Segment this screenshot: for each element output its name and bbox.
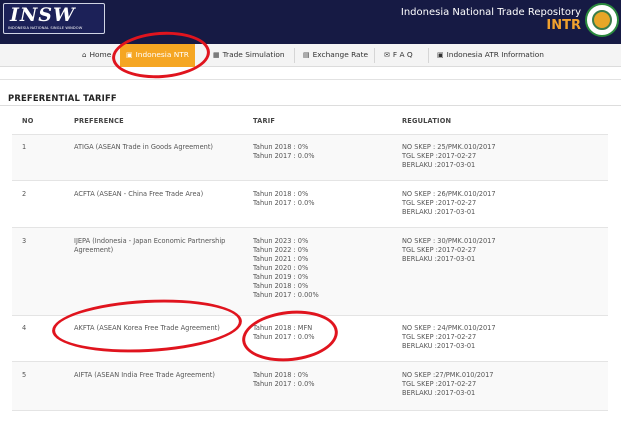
- regulation-info: NO SKEP :27/PMK.010/2017 TGL SKEP :2017-…: [402, 371, 494, 397]
- tarif-list: Tahun 2018 : MFN Tahun 2017 : 0.0%: [253, 324, 315, 341]
- row-number: 3: [22, 237, 27, 245]
- tarif-list: Tahun 2018 : 0% Tahun 2017 : 0.0%: [253, 371, 315, 388]
- column-header-tarif: TARIF: [253, 117, 276, 125]
- insw-logo[interactable]: INSW INDONESIA NATIONAL SINGLE WINDOW: [3, 3, 105, 34]
- book-icon: ▣: [126, 51, 133, 59]
- tarif-list: Tahun 2018 : 0% Tahun 2017 : 0.0%: [253, 190, 315, 207]
- row-number: 1: [22, 143, 27, 151]
- logo-text: INSW: [10, 4, 76, 26]
- site-abbreviation: INTR: [546, 18, 581, 33]
- regulation-info: NO SKEP : 25/PMK.010/2017 TGL SKEP :2017…: [402, 143, 496, 169]
- nav-indonesia-atr[interactable]: ▣ Indonesia ATR Information: [437, 44, 544, 67]
- regulation-info: NO SKEP : 26/PMK.010/2017 TGL SKEP :2017…: [402, 190, 496, 216]
- logo-subtitle: INDONESIA NATIONAL SINGLE WINDOW: [8, 26, 83, 30]
- tarif-list: Tahun 2018 : 0% Tahun 2017 : 0.0%: [253, 143, 315, 160]
- preference-name: ACFTA (ASEAN - China Free Trade Area): [74, 190, 204, 198]
- regulation-info: NO SKEP : 24/PMK.010/2017 TGL SKEP :2017…: [402, 324, 496, 350]
- preference-name: AIFTA (ASEAN India Free Trade Agreement): [74, 371, 215, 379]
- row-divider: [12, 410, 608, 411]
- book-icon: ▣: [437, 51, 444, 59]
- page-title: PREFERENTIAL TARIFF: [8, 93, 117, 103]
- main-nav: ⌂ Home ▣ Indonesia NTR ▦ Trade Simulation ▤…: [0, 44, 621, 67]
- nav-indonesia-ntr[interactable]: ▣ Indonesia NTR: [120, 44, 195, 67]
- preference-name: AKFTA (ASEAN Korea Free Trade Agreement): [74, 324, 220, 332]
- divider: [0, 105, 621, 106]
- bar-chart-icon: ▤: [303, 51, 310, 59]
- site-title: Indonesia National Trade Repository: [400, 7, 581, 18]
- calculator-icon: ▦: [213, 51, 220, 59]
- column-header-no: NO: [22, 117, 34, 125]
- preference-name: ATIGA (ASEAN Trade in Goods Agreement): [74, 143, 214, 151]
- app-header: INSW INDONESIA NATIONAL SINGLE WINDOW In…: [0, 0, 621, 44]
- nav-home[interactable]: ⌂ Home: [82, 44, 111, 67]
- tarif-list: Tahun 2023 : 0% Tahun 2022 : 0% Tahun 20…: [253, 237, 319, 299]
- nav-trade-simulation[interactable]: ▦ Trade Simulation: [213, 44, 285, 67]
- nav-faq[interactable]: ✉ F A Q: [384, 44, 413, 67]
- regulation-info: NO SKEP : 30/PMK.010/2017 TGL SKEP :2017…: [402, 237, 496, 263]
- content-top-band: [0, 68, 621, 80]
- row-number: 2: [22, 190, 27, 198]
- home-icon: ⌂: [82, 51, 87, 59]
- column-header-preference: PREFERENCE: [74, 117, 124, 125]
- row-number: 5: [22, 371, 27, 379]
- row-number: 4: [22, 324, 27, 332]
- envelope-icon: ✉: [384, 51, 390, 59]
- emblem-icon: [585, 3, 619, 37]
- nav-exchange-rate[interactable]: ▤ Exchange Rate: [303, 44, 368, 67]
- preference-name: IJEPA (Indonesia - Japan Economic Partne…: [74, 237, 226, 254]
- column-header-regulation: REGULATION: [402, 117, 452, 125]
